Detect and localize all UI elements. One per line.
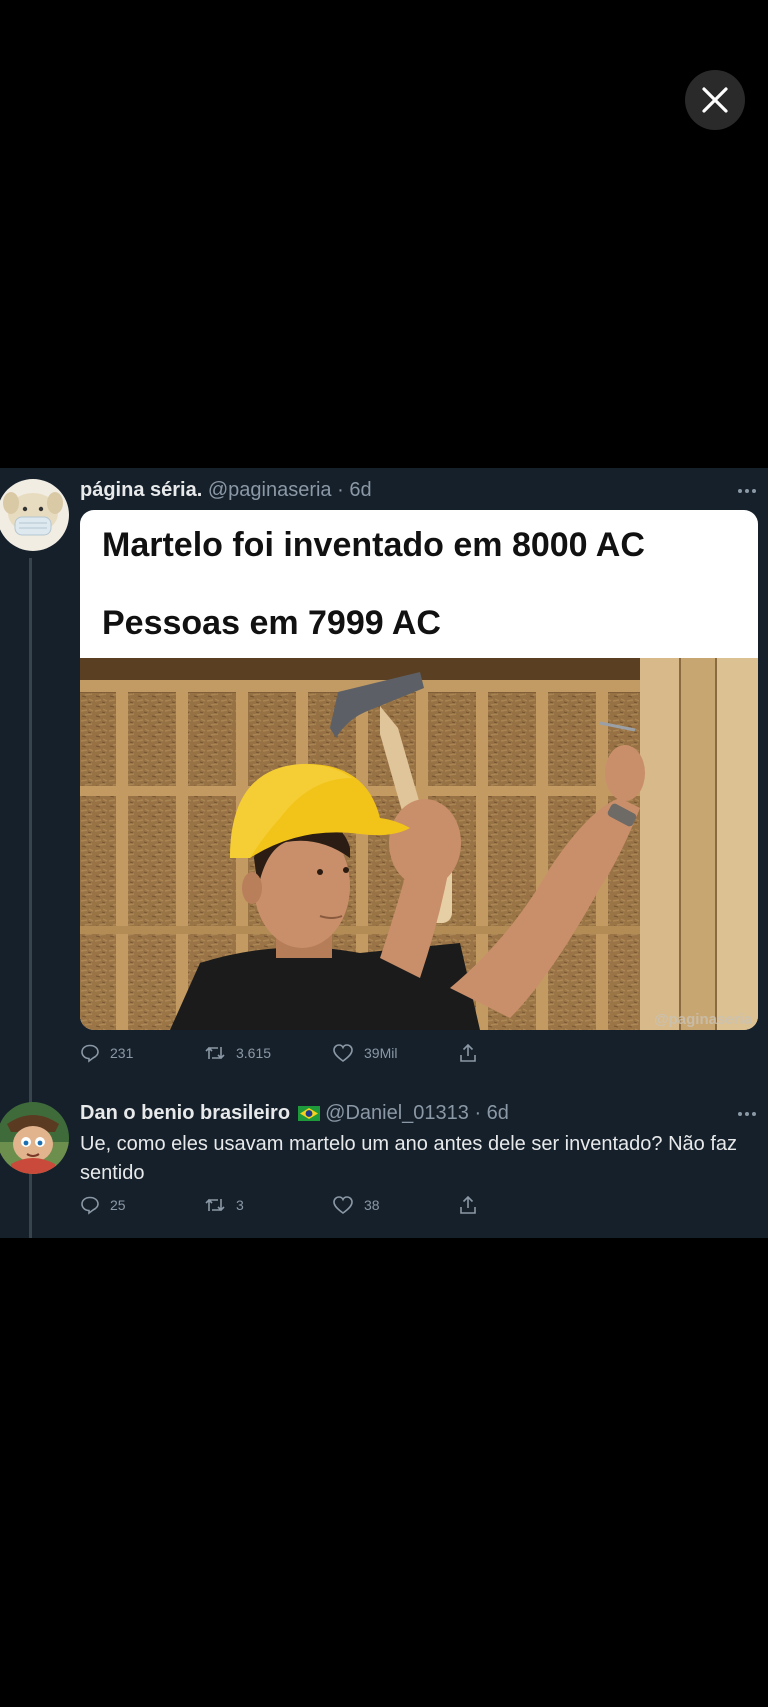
reply-reply-action[interactable]: 25 xyxy=(80,1195,126,1215)
reply-like-count: 38 xyxy=(364,1197,380,1213)
reply-share-action[interactable] xyxy=(458,1195,478,1215)
tweet-more-button[interactable] xyxy=(738,486,758,496)
tweet-thread: página séria. @paginaseria · 6d Martelo … xyxy=(0,468,768,1238)
reply-text: Ue, como eles usavam martelo um ano ante… xyxy=(80,1133,738,1184)
tweet-actions: 231 3.615 39Mil xyxy=(80,1043,500,1071)
share-icon xyxy=(460,1043,476,1062)
reply-retweet-action[interactable]: 3 xyxy=(204,1195,244,1215)
close-button[interactable] xyxy=(685,70,745,130)
reply-like-action[interactable]: 38 xyxy=(332,1195,380,1215)
retweet-count: 3.615 xyxy=(236,1045,272,1061)
reply-actions: 25 3 38 xyxy=(80,1195,500,1223)
reply-author-avatar[interactable] xyxy=(0,1102,69,1174)
heart-icon xyxy=(333,1044,353,1062)
heart-icon xyxy=(333,1196,353,1214)
like-count: 39Mil xyxy=(364,1045,398,1061)
author-avatar[interactable] xyxy=(0,479,69,551)
author-handle-time[interactable]: @paginaseria · 6d xyxy=(208,479,372,501)
reply-count: 231 xyxy=(110,1045,134,1061)
like-action[interactable]: 39Mil xyxy=(332,1043,397,1063)
reply-icon xyxy=(81,1196,99,1215)
share-icon xyxy=(460,1195,476,1214)
retweet-icon xyxy=(205,1198,225,1212)
tweet-media[interactable]: Martelo foi inventado em 8000 AC Pessoas… xyxy=(80,510,758,1030)
reply-icon xyxy=(81,1044,99,1063)
retweet-action[interactable]: 3.615 xyxy=(204,1043,271,1063)
tweet-header: página séria. @paginaseria · 6d xyxy=(80,479,372,502)
meme-photo xyxy=(80,658,758,1030)
author-name[interactable]: página séria. xyxy=(80,479,202,501)
reply-reply-count: 25 xyxy=(110,1197,126,1213)
meme-caption-line-2: Pessoas em 7999 AC xyxy=(102,604,441,642)
reply-header: Dan o benio brasileiro @Daniel_01313 · 6… xyxy=(80,1102,509,1125)
reply-retweet-count: 3 xyxy=(236,1197,244,1213)
reply-author-name[interactable]: Dan o benio brasileiro xyxy=(80,1102,290,1124)
close-icon xyxy=(702,87,728,113)
brazil-flag-icon xyxy=(297,1106,320,1122)
reply-more-button[interactable] xyxy=(738,1109,758,1119)
retweet-icon xyxy=(205,1046,225,1060)
reply-handle-time[interactable]: @Daniel_01313 · 6d xyxy=(325,1102,509,1124)
share-action[interactable] xyxy=(458,1043,478,1063)
meme-caption-line-1: Martelo foi inventado em 8000 AC xyxy=(102,526,645,564)
reply-action[interactable]: 231 xyxy=(80,1043,133,1063)
meme-watermark: @paginaseria xyxy=(654,1011,752,1028)
